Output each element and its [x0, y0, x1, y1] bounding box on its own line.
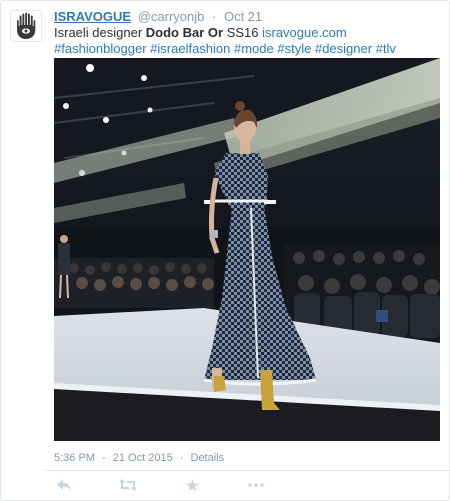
avatar[interactable]	[10, 10, 42, 42]
favorite-icon	[185, 478, 199, 491]
tweet-text: Israeli designer Dodo Bar Or SS16 isravo…	[54, 25, 442, 57]
retweet-button[interactable]	[118, 475, 138, 495]
tweet-actions	[54, 475, 266, 495]
hashtag-israelfashion[interactable]: #israelfashion	[150, 41, 230, 56]
hashtag-designer[interactable]: #designer	[315, 41, 372, 56]
reply-icon	[57, 479, 71, 490]
tweet-date: 21 Oct 2015	[112, 452, 173, 464]
favorite-button[interactable]	[182, 475, 202, 495]
tweet-meta: 5:36 PM - 21 Oct 2015 · Details	[54, 452, 224, 464]
tweet-timestamp[interactable]: Oct 21	[224, 9, 262, 24]
username-handle[interactable]: @carryonjb	[138, 9, 205, 24]
retweet-icon	[119, 479, 137, 491]
more-icon	[248, 483, 264, 487]
tweet-header: ISRAVOGUE @carryonjb · Oct 21	[54, 9, 444, 25]
header-separator: ·	[211, 9, 217, 24]
runway-photo	[54, 58, 440, 441]
site-link[interactable]: isravogue.com	[262, 25, 347, 40]
meta-dot: ·	[179, 452, 184, 464]
hashtag-fashionblogger[interactable]: #fashionblogger	[54, 41, 147, 56]
details-link[interactable]: Details	[191, 452, 225, 464]
tweet-photo[interactable]	[54, 58, 440, 441]
tweet-text-after: SS16	[223, 25, 263, 40]
tweet-text-lead: Israeli designer	[54, 25, 146, 40]
tweet-time: 5:36 PM	[54, 452, 95, 464]
hashtag-style[interactable]: #style	[277, 41, 311, 56]
tweet-card: ISRAVOGUE @carryonjb · Oct 21 Israeli de…	[0, 0, 450, 501]
hamsa-logo-icon	[17, 12, 36, 39]
hashtag-tlv[interactable]: #tlv	[376, 41, 396, 56]
reply-button[interactable]	[54, 475, 74, 495]
display-name[interactable]: ISRAVOGUE	[54, 9, 131, 24]
more-button[interactable]	[246, 475, 266, 495]
time-date-separator: -	[102, 452, 106, 464]
designer-name: Dodo Bar Or	[145, 25, 224, 40]
hashtag-mode[interactable]: #mode	[234, 41, 274, 56]
divider	[45, 470, 449, 471]
